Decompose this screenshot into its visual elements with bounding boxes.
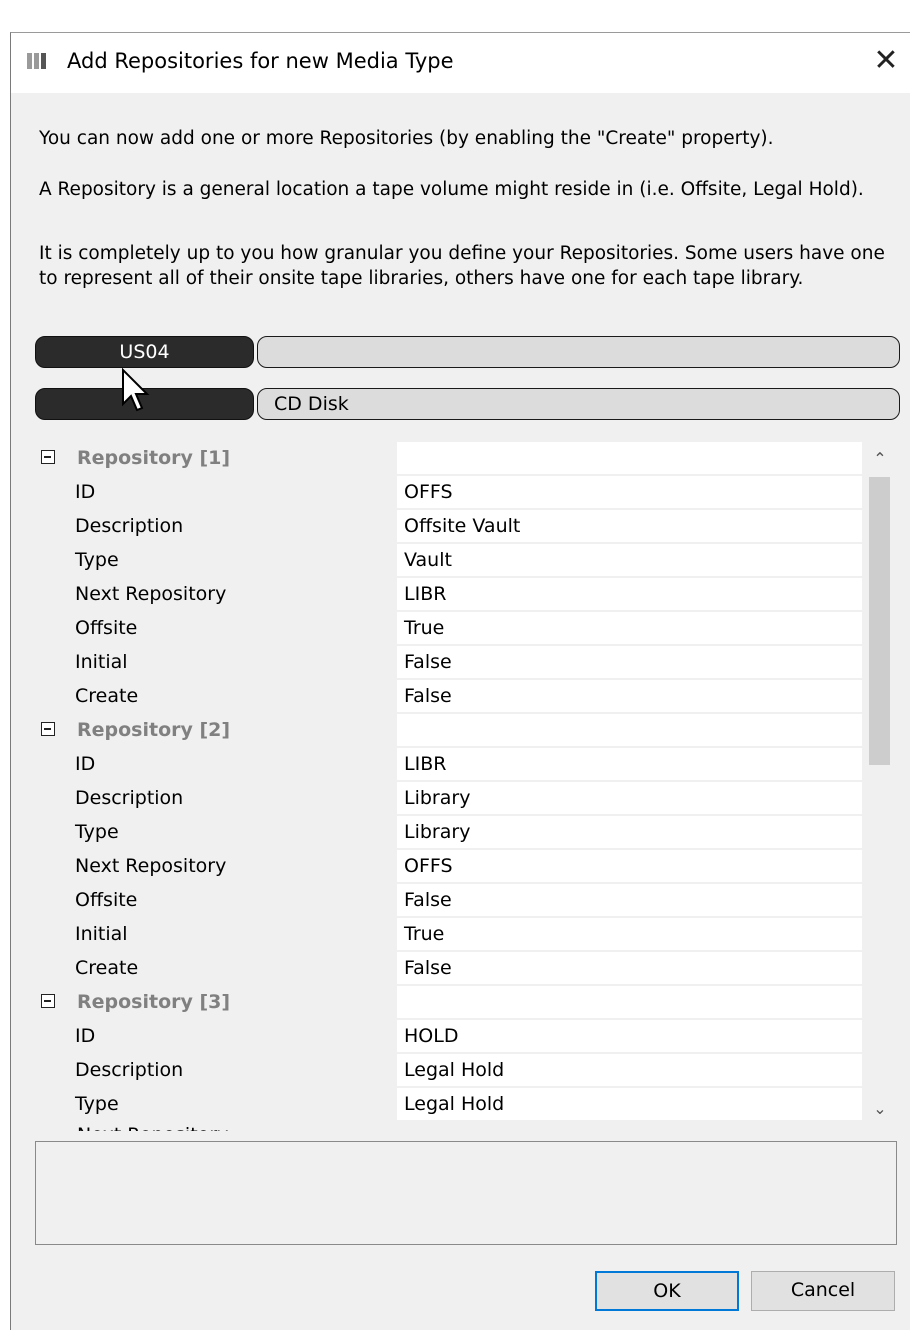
property-row[interactable]: Offsite False [35, 883, 890, 917]
property-value[interactable]: LIBR [397, 748, 862, 780]
intro-line-1: You can now add one or more Repositories… [39, 128, 774, 149]
property-row[interactable]: Offsite True [35, 611, 890, 645]
property-value[interactable]: Legal Hold [397, 1088, 862, 1120]
partial-row-label: Next Repository [77, 1124, 228, 1131]
cancel-button[interactable]: Cancel [751, 1271, 895, 1311]
property-value[interactable]: HOLD [397, 1020, 862, 1052]
property-row[interactable]: ID HOLD [35, 1019, 890, 1053]
property-row[interactable]: Next Repository OFFS [35, 849, 890, 883]
repository-category-row[interactable]: Repository [2] [35, 713, 890, 747]
property-key: Create [67, 680, 395, 712]
repository-category-row[interactable]: Repository [1] [35, 441, 890, 475]
property-key: Initial [67, 918, 395, 950]
property-value[interactable]: Offsite Vault [397, 510, 862, 542]
title-bar: Add Repositories for new Media Type ✕ [11, 33, 910, 93]
property-key: ID [67, 1020, 395, 1052]
property-value[interactable]: True [397, 918, 862, 950]
collapse-icon[interactable] [41, 722, 55, 736]
property-value[interactable]: Library [397, 816, 862, 848]
scroll-up-icon[interactable]: ⌃ [865, 445, 890, 473]
property-value[interactable]: False [397, 884, 862, 916]
scroll-thumb[interactable] [869, 477, 890, 765]
property-value[interactable]: True [397, 612, 862, 644]
property-row[interactable]: Initial True [35, 917, 890, 951]
property-value[interactable]: LIBR [397, 578, 862, 610]
ok-button[interactable]: OK [595, 1271, 739, 1311]
property-value[interactable]: False [397, 952, 862, 984]
property-value[interactable]: Library [397, 782, 862, 814]
property-key: Type [67, 1088, 395, 1120]
property-key: Create [67, 952, 395, 984]
property-row[interactable]: Description Offsite Vault [35, 509, 890, 543]
property-key: ID [67, 476, 395, 508]
property-key: Next Repository [67, 850, 395, 882]
property-value[interactable]: False [397, 646, 862, 678]
media-type-field[interactable]: CD Disk [257, 388, 900, 420]
property-key: Description [67, 782, 395, 814]
scroll-down-icon[interactable]: ⌄ [865, 1095, 890, 1123]
repository-header-value [397, 986, 862, 1018]
property-row[interactable]: ID OFFS [35, 475, 890, 509]
add-repositories-dialog: Add Repositories for new Media Type ✕ Yo… [10, 32, 910, 1330]
property-value[interactable]: OFFS [397, 476, 862, 508]
app-window-icon [27, 53, 53, 71]
property-description-panel [35, 1141, 897, 1245]
property-row[interactable]: Initial False [35, 645, 890, 679]
property-key: Type [67, 816, 395, 848]
desktop-background [0, 0, 911, 32]
site-selector-field[interactable] [257, 336, 900, 368]
property-value[interactable]: OFFS [397, 850, 862, 882]
repository-header: Repository [3] [67, 986, 395, 1018]
property-key: Offsite [67, 612, 395, 644]
repository-header: Repository [1] [67, 442, 395, 474]
property-row[interactable]: Create False [35, 951, 890, 985]
property-value[interactable]: Vault [397, 544, 862, 576]
close-icon[interactable]: ✕ [862, 39, 910, 83]
property-value[interactable]: Legal Hold [397, 1054, 862, 1086]
property-key: Description [67, 510, 395, 542]
property-row[interactable]: Next Repository LIBR [35, 577, 890, 611]
repository-header: Repository [2] [67, 714, 395, 746]
property-value[interactable]: False [397, 680, 862, 712]
intro-line-3: It is completely up to you how granular … [39, 243, 885, 289]
property-row[interactable]: Type Library [35, 815, 890, 849]
site-selector-label[interactable]: US04 [35, 336, 254, 368]
property-row[interactable]: Type Vault [35, 543, 890, 577]
collapse-icon[interactable] [41, 450, 55, 464]
property-key: Description [67, 1054, 395, 1086]
mouse-cursor-icon [122, 368, 150, 412]
collapse-icon[interactable] [41, 994, 55, 1008]
intro-line-2: A Repository is a general location a tap… [39, 179, 864, 200]
property-key: Type [67, 544, 395, 576]
repository-category-row[interactable]: Repository [3] [35, 985, 890, 1019]
property-row[interactable]: Create False [35, 679, 890, 713]
property-key: ID [67, 748, 395, 780]
repository-header-value [397, 714, 862, 746]
dialog-title: Add Repositories for new Media Type [67, 49, 454, 73]
repository-header-value [397, 442, 862, 474]
repository-property-grid[interactable]: Repository [1] ID OFFS Description Offsite V… [35, 441, 890, 1131]
grid-scrollbar[interactable]: ⌃ ⌄ [865, 441, 890, 1131]
property-key: Offsite [67, 884, 395, 916]
property-row[interactable]: Description Library [35, 781, 890, 815]
property-key: Next Repository [67, 578, 395, 610]
property-row[interactable]: Type Legal Hold [35, 1087, 890, 1121]
property-row[interactable]: Description Legal Hold [35, 1053, 890, 1087]
property-key: Initial [67, 646, 395, 678]
property-row[interactable]: ID LIBR [35, 747, 890, 781]
